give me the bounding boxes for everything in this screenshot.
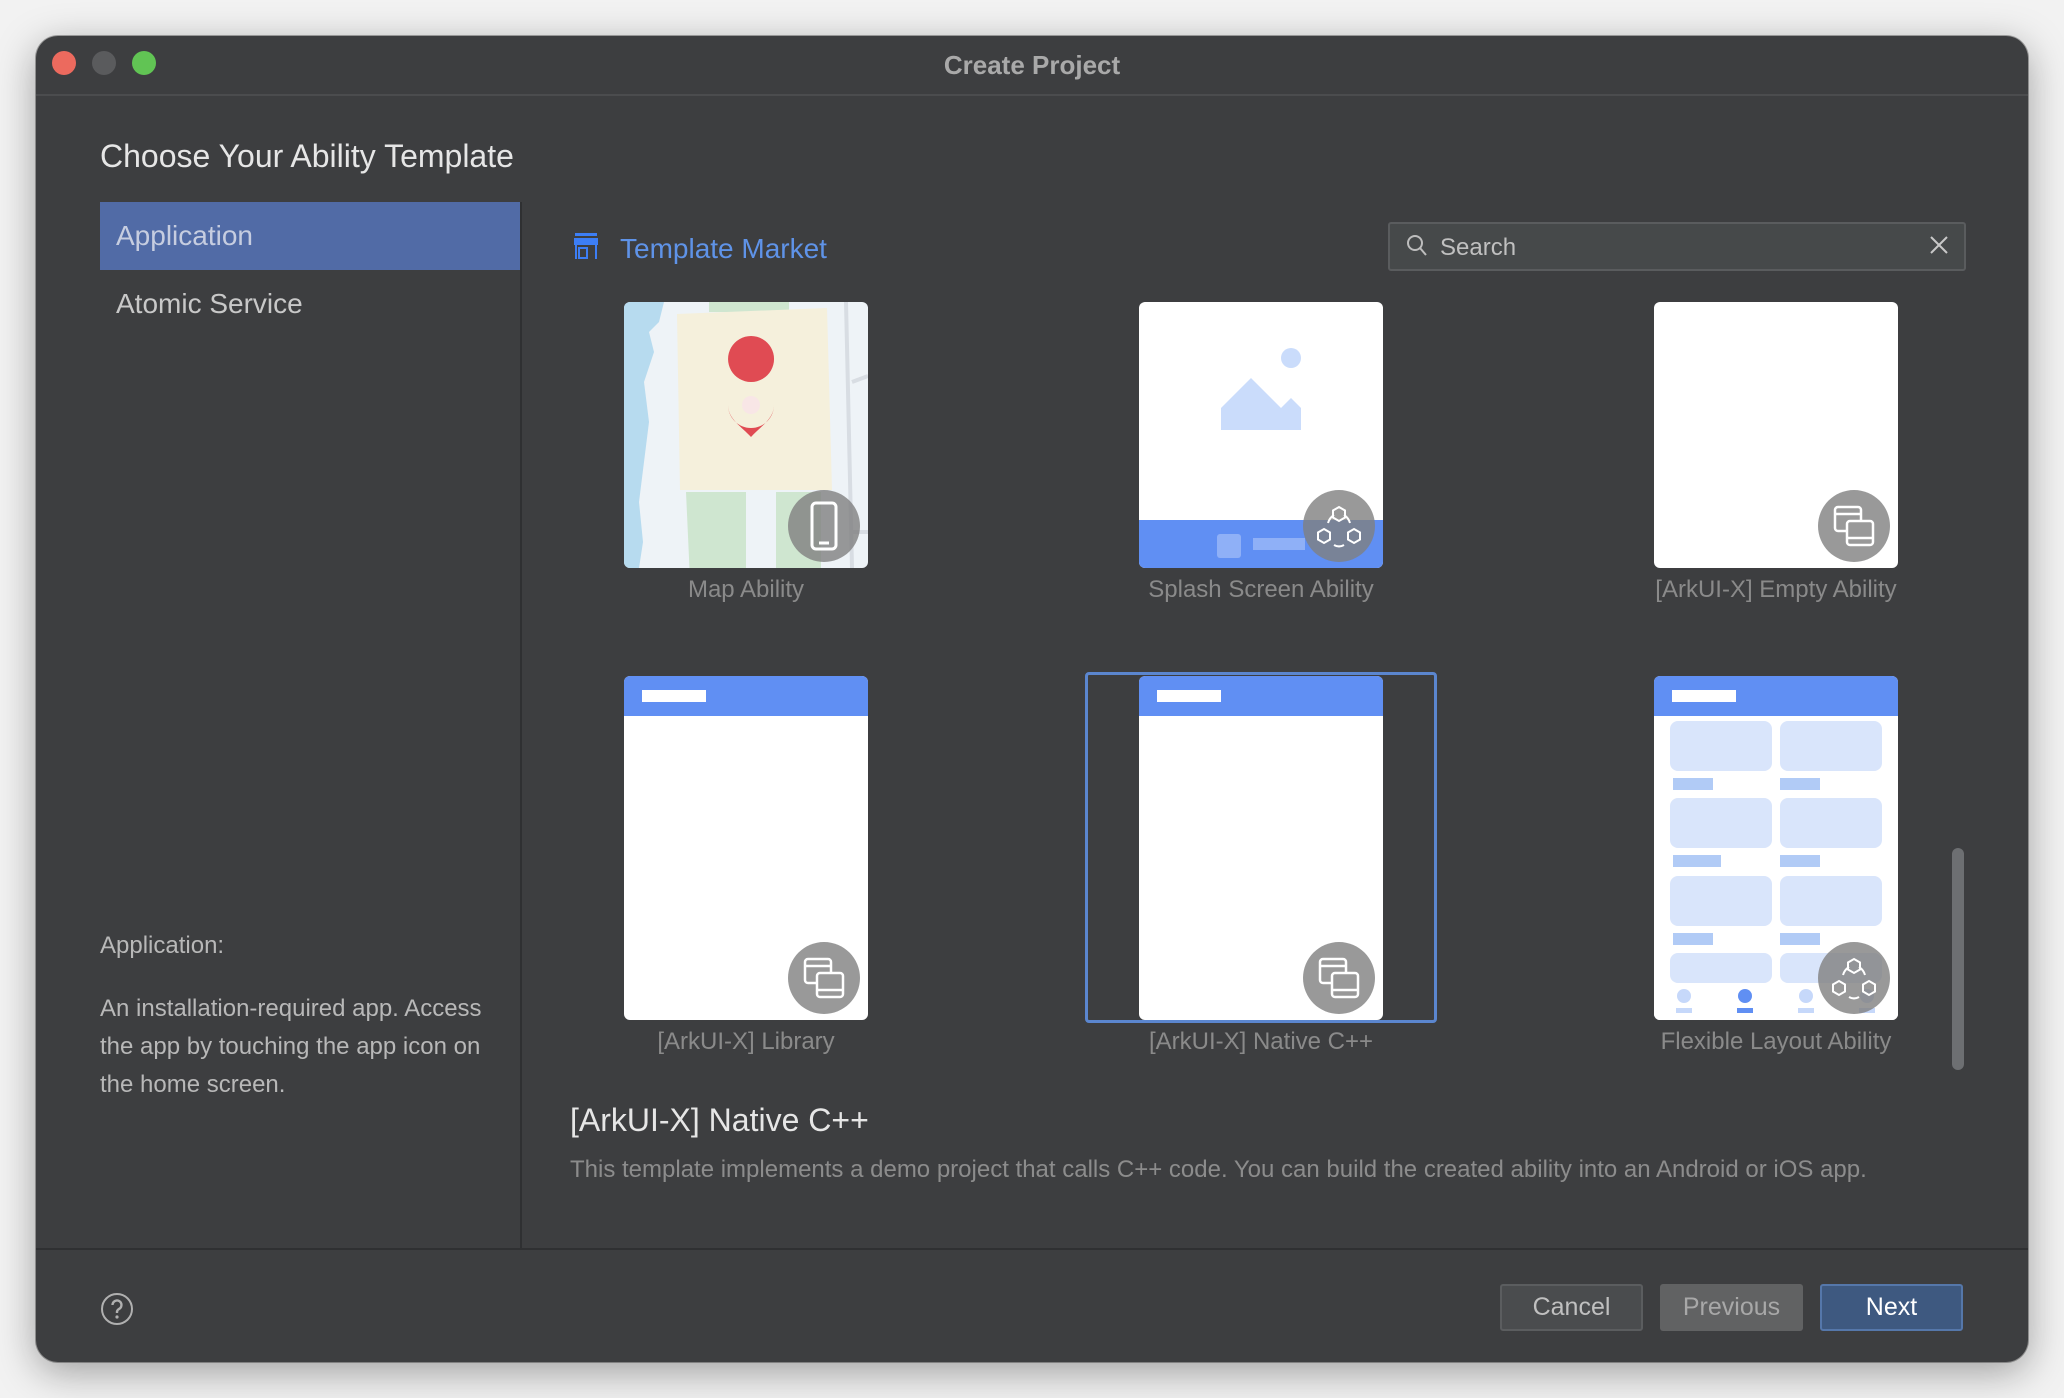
search-icon xyxy=(1406,234,1428,263)
cancel-button[interactable]: Cancel xyxy=(1500,1284,1643,1331)
map-thumbnail xyxy=(624,302,868,568)
template-list-scrollbar[interactable] xyxy=(1952,848,1964,1070)
help-icon[interactable] xyxy=(100,1292,134,1331)
template-name: [ArkUI-X] Library xyxy=(657,1028,835,1055)
category-description: Application: An installation-required ap… xyxy=(100,932,510,1104)
selected-template-title: [ArkUI-X] Native C++ xyxy=(570,1102,869,1138)
search-input[interactable] xyxy=(1438,224,1902,271)
multi-device-icon xyxy=(1818,942,1890,1014)
native-cpp-thumbnail xyxy=(1139,676,1383,1020)
window-title: Create Project xyxy=(943,50,1121,80)
sidebar-divider xyxy=(520,202,522,1250)
template-name: Flexible Layout Ability xyxy=(1660,1028,1892,1055)
template-market-label: Template Market xyxy=(620,232,827,264)
category-sidebar: Application Atomic Service xyxy=(100,202,520,338)
app-bar xyxy=(624,676,868,716)
template-card-arkui-x-native-cpp[interactable]: [ArkUI-X] Native C++ xyxy=(1139,676,1383,1056)
template-card-splash-screen-ability[interactable]: Splash Screen Ability xyxy=(1139,302,1383,604)
previous-button[interactable]: Previous xyxy=(1660,1284,1803,1331)
template-name: [ArkUI-X] Empty Ability xyxy=(1655,576,1897,603)
library-thumbnail xyxy=(624,676,868,1020)
phone-icon xyxy=(788,490,860,562)
empty-thumbnail xyxy=(1654,302,1898,568)
page-heading: Choose Your Ability Template xyxy=(100,138,514,174)
sidebar-item-atomic-service[interactable]: Atomic Service xyxy=(100,270,520,338)
sidebar-item-application[interactable]: Application xyxy=(100,202,520,270)
template-name: Map Ability xyxy=(687,576,805,603)
selected-template-description: This template implements a demo project … xyxy=(570,1156,1867,1183)
category-description-title: Application: xyxy=(100,932,225,959)
template-name: Splash Screen Ability xyxy=(1148,576,1374,603)
next-button[interactable]: Next xyxy=(1820,1284,1963,1331)
template-market-link[interactable]: Template Market xyxy=(572,232,827,265)
flexible-layout-thumbnail xyxy=(1654,676,1898,1020)
template-card-map-ability[interactable]: Map Ability xyxy=(624,302,868,604)
title-bar: Create Project xyxy=(36,36,2028,96)
multi-device-icon xyxy=(1303,490,1375,562)
cross-platform-icon xyxy=(1818,490,1890,562)
store-icon xyxy=(572,232,600,265)
template-card-arkui-x-library[interactable]: [ArkUI-X] Library xyxy=(624,676,868,1056)
splash-thumbnail xyxy=(1139,302,1383,568)
create-project-dialog: Create Project Choose Your Ability Templ… xyxy=(36,36,2028,1362)
template-card-arkui-x-empty-ability[interactable]: [ArkUI-X] Empty Ability xyxy=(1654,302,1898,604)
template-card-flexible-layout-ability[interactable]: Flexible Layout Ability xyxy=(1654,676,1898,1056)
category-description-text: An installation-required app. Access the… xyxy=(100,995,482,1098)
template-name: [ArkUI-X] Native C++ xyxy=(1148,1028,1374,1055)
footer-divider xyxy=(36,1248,2028,1250)
cross-platform-icon xyxy=(1303,942,1375,1014)
template-search-field[interactable] xyxy=(1388,222,1966,271)
cross-platform-icon xyxy=(788,942,860,1014)
clear-search-icon[interactable] xyxy=(1928,234,1950,261)
app-bar xyxy=(1139,676,1383,716)
